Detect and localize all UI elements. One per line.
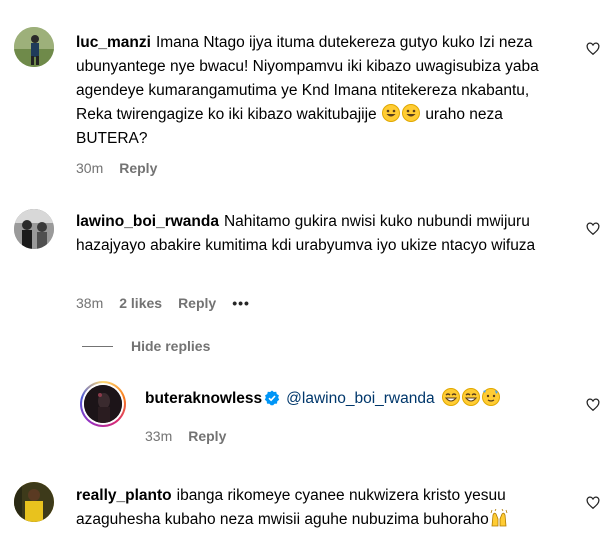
comment-meta: 33m Reply <box>145 428 226 444</box>
comment-username[interactable]: buteraknowless <box>145 390 262 407</box>
comment-username[interactable]: lawino_boi_rwanda <box>76 213 219 230</box>
comment-time[interactable]: 38m <box>76 295 103 311</box>
comment-time[interactable]: 30m <box>76 160 103 176</box>
comment-body: really_planto ibanga rikomeye cyanee nukw… <box>76 484 564 532</box>
divider-line <box>82 345 113 347</box>
like-heart-icon[interactable] <box>586 496 600 510</box>
verified-badge-icon <box>264 390 280 406</box>
grinning-emoji-icon <box>461 388 480 406</box>
reply-button[interactable]: Reply <box>119 160 157 176</box>
comment-meta: 38m 2 likes Reply ••• <box>76 295 250 311</box>
avatar[interactable] <box>14 482 54 522</box>
avatar[interactable] <box>14 27 54 67</box>
comment-body: lawino_boi_rwanda Nahitamo gukira nwisi k… <box>76 210 564 258</box>
comment-time[interactable]: 33m <box>145 428 172 444</box>
like-heart-icon[interactable] <box>586 222 600 236</box>
reply-button[interactable]: Reply <box>178 295 216 311</box>
reply-button[interactable]: Reply <box>188 428 226 444</box>
raising-hands-emoji-icon <box>490 508 508 527</box>
grinning-emoji-icon <box>382 104 400 122</box>
comment-body: luc_manzi Imana Ntago ijya ituma dutekere… <box>76 31 564 151</box>
like-heart-icon[interactable] <box>586 42 600 56</box>
hide-replies-label: Hide replies <box>131 338 211 354</box>
like-heart-icon[interactable] <box>586 398 600 412</box>
comment-body: buteraknowless @lawino_boi_rwanda <box>145 387 565 411</box>
avatar[interactable] <box>14 209 54 249</box>
likes-count[interactable]: 2 likes <box>119 295 162 311</box>
more-options-icon[interactable]: ••• <box>232 295 250 311</box>
hot-face-emoji-icon <box>481 388 500 406</box>
story-ring-avatar[interactable] <box>80 381 126 427</box>
grinning-emoji-icon <box>441 388 460 406</box>
avatar <box>84 385 122 423</box>
mention-link[interactable]: @lawino_boi_rwanda <box>286 390 434 407</box>
hide-replies-button[interactable]: Hide replies <box>82 338 210 354</box>
comment-username[interactable]: luc_manzi <box>76 34 151 51</box>
comment-username[interactable]: really_planto <box>76 487 172 504</box>
grinning-emoji-icon <box>402 104 420 122</box>
comment-meta: 30m Reply <box>76 160 157 176</box>
